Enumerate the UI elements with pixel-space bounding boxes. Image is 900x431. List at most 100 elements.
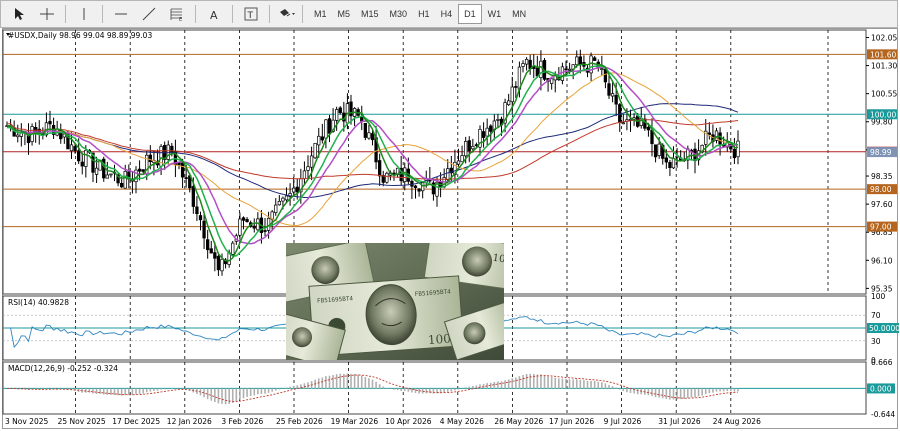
candle-body [94, 167, 99, 175]
candle-body [177, 162, 181, 166]
candle-body [524, 58, 529, 65]
candle-body [621, 122, 625, 125]
candle-body [317, 135, 321, 146]
moving-average-orange [7, 72, 739, 227]
candle-body [238, 218, 242, 236]
moving-average-purple [7, 66, 739, 245]
candle-body [653, 144, 658, 158]
candle-body [496, 119, 500, 121]
candle-body [736, 140, 740, 158]
candle-body [263, 230, 267, 232]
candle-body [707, 132, 711, 135]
candle-body [367, 132, 371, 139]
candle-body [521, 63, 525, 67]
candle-body [417, 188, 421, 192]
candle-body [507, 100, 511, 106]
candle-body [664, 157, 668, 163]
candle-body [295, 186, 299, 193]
candle-body [123, 170, 127, 189]
candle-body [209, 248, 213, 254]
moving-average-light-green [6, 65, 739, 257]
candle-body [327, 118, 332, 134]
macd-axis-label: -0.644 [871, 410, 895, 419]
candle-body [539, 60, 543, 78]
x-axis-label: 26 May 2026 [494, 417, 543, 426]
rsi-level-tag-label: 50.0000 [869, 324, 900, 333]
candle-body [284, 195, 289, 201]
candle-body [216, 255, 221, 271]
candle-body [137, 168, 142, 172]
candle-body [335, 109, 339, 121]
candle-body [252, 225, 256, 229]
candle-body [413, 185, 418, 188]
x-axis-label: 4 May 2026 [440, 417, 484, 426]
candle-body [550, 78, 554, 84]
candle-body [378, 160, 382, 177]
candle-body [567, 68, 572, 71]
candle-body [732, 148, 737, 159]
candle-body [80, 161, 84, 167]
x-axis-label: 3 Nov 2025 [5, 417, 48, 426]
candle-body [460, 155, 464, 163]
candle-body [195, 206, 199, 215]
candle-body [231, 242, 235, 255]
dollar-bills-image: 100 FB51695BT4 FB51695BT4 100 100 [286, 243, 504, 360]
price-axis-label: 100.55 [871, 90, 897, 99]
x-axis-label: 17 Jun 2026 [549, 417, 594, 426]
candle-body [180, 162, 185, 178]
candle-body [148, 154, 152, 163]
candle-body [309, 155, 314, 168]
price-level-tag-label: 100.00 [870, 110, 896, 119]
candle-body [481, 131, 486, 138]
candle-body [535, 67, 539, 77]
candle-body [281, 197, 285, 202]
candle-body [392, 172, 396, 175]
rsi-axis-label: 30 [871, 337, 881, 346]
price-level-tag-label: 101.60 [870, 50, 896, 59]
candle-body [467, 140, 471, 152]
candle-body [292, 187, 296, 193]
moving-average-green [7, 62, 739, 262]
candle-body [84, 149, 88, 167]
candle-body [338, 107, 342, 114]
price-axis-label: 101.30 [871, 62, 897, 71]
candle-body [575, 56, 579, 65]
x-axis-label: 31 Jul 2026 [658, 417, 701, 426]
candle-body [657, 143, 661, 156]
candle-body [73, 146, 77, 152]
candle-body [607, 83, 611, 96]
candle-body [213, 252, 217, 259]
candle-body [105, 174, 109, 179]
candle-body [385, 172, 389, 183]
candle-body [603, 68, 608, 83]
candle-body [593, 57, 597, 61]
candle-body [614, 95, 618, 105]
candle-body [464, 141, 468, 157]
price-level-tag-label: 98.99 [870, 148, 892, 157]
macd-header: MACD(12,26,9) -0.252 -0.324 [8, 364, 118, 373]
candle-body [456, 160, 461, 165]
x-axis-label: 3 Feb 2026 [221, 417, 263, 426]
candle-body [349, 101, 353, 117]
price-level-tag-label: 98.00 [870, 185, 892, 194]
candle-body [245, 219, 249, 223]
candle-body [646, 126, 651, 131]
candle-body [274, 204, 278, 213]
candle-body [120, 183, 124, 188]
candle-body [16, 134, 20, 138]
candle-body [141, 169, 145, 172]
candle-body [77, 150, 81, 162]
candle-body [191, 186, 195, 207]
candle-body [718, 132, 722, 145]
macd-level-tag-label: 0.000 [870, 384, 892, 393]
candle-body [446, 168, 450, 181]
rsi-axis-label: 70 [871, 311, 881, 320]
price-level-tag-label: 97.00 [870, 223, 892, 232]
candle-body [564, 68, 568, 71]
candle-body [510, 86, 514, 103]
candle-body [363, 122, 367, 138]
price-axis-label: 96.10 [871, 256, 893, 265]
chart-canvas[interactable]: 3 Nov 2025 25 Nov 2025 17 Dec 2025 12 Jan 2… [0, 0, 900, 431]
x-axis-label: 9 Jul 2026 [604, 417, 642, 426]
macd-axis-label: 0.666 [871, 358, 893, 367]
